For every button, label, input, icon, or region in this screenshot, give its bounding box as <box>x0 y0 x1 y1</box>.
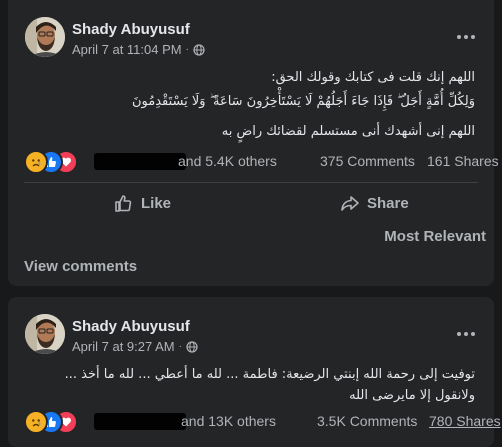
share-label: Share <box>367 194 409 212</box>
reactions-row: and 13K others 3.5K Comments 780 Shares <box>24 408 501 434</box>
reaction-others-text[interactable]: and 13K others <box>181 413 276 429</box>
globe-icon[interactable] <box>186 340 198 353</box>
meta-separator: · <box>178 341 182 352</box>
avatar[interactable] <box>25 314 65 354</box>
reaction-icons[interactable] <box>24 410 82 434</box>
avatar[interactable] <box>25 17 65 57</box>
avatar-photo <box>25 17 65 57</box>
share-button[interactable]: Share <box>340 188 409 218</box>
reaction-icons[interactable] <box>24 150 82 174</box>
share-arrow-icon <box>341 196 359 211</box>
shares-count[interactable]: 780 Shares <box>429 413 501 429</box>
divider <box>24 182 478 183</box>
redacted-names <box>94 413 186 430</box>
meta-separator: · <box>185 44 189 55</box>
post-text-line-3: اللهم إنى أشهدك أنى مستسلم لقضائك راضٍ ب… <box>221 124 475 139</box>
post-text: توفيت إلى رحمة الله إبنتي الرضيعة: فاطمة… <box>64 367 475 403</box>
redacted-names <box>94 153 186 170</box>
post-text-line-1: اللهم إنك قلت فى كتابك وقولك الحق: <box>271 70 475 85</box>
post-timestamp[interactable]: April 7 at 11:04 PM <box>72 42 182 57</box>
more-options-button[interactable] <box>452 324 480 344</box>
sad-reaction-icon <box>24 410 48 434</box>
post-card: Shady Abuyusuf April 7 at 9:27 AM · توفي… <box>8 297 501 447</box>
more-options-button[interactable] <box>452 27 480 47</box>
more-dots-icon <box>457 332 461 336</box>
reaction-others-text[interactable]: and 5.4K others <box>178 153 277 169</box>
globe-icon[interactable] <box>193 43 205 56</box>
author-name[interactable]: Shady Abuyusuf <box>72 318 190 335</box>
sad-reaction-icon <box>24 150 48 174</box>
comments-count[interactable]: 3.5K Comments <box>317 413 417 429</box>
comment-sort-dropdown[interactable]: Most Relevant <box>384 228 486 245</box>
post-timestamp[interactable]: April 7 at 9:27 AM <box>72 339 175 354</box>
shares-count[interactable]: 161 Shares <box>427 153 499 169</box>
more-dots-icon <box>457 35 461 39</box>
view-comments-link[interactable]: View comments <box>24 258 137 275</box>
like-label: Like <box>141 194 172 212</box>
post-meta: April 7 at 11:04 PM · <box>72 42 205 57</box>
avatar-photo <box>25 314 65 354</box>
comments-count[interactable]: 375 Comments <box>320 153 415 169</box>
post-text-line-2: وَلِكُلِّ أُمَّةٍ أَجَلٌ ۖ فَإِذَا جَاءَ… <box>132 94 475 109</box>
reactions-row: and 5.4K others 375 Comments 161 Shares <box>24 148 499 174</box>
thumbs-up-icon <box>115 195 132 212</box>
like-button[interactable]: Like <box>114 188 171 218</box>
post-card: Shady Abuyusuf April 7 at 11:04 PM · الل… <box>8 0 499 286</box>
author-name[interactable]: Shady Abuyusuf <box>72 21 190 38</box>
post-meta: April 7 at 9:27 AM · <box>72 339 198 354</box>
